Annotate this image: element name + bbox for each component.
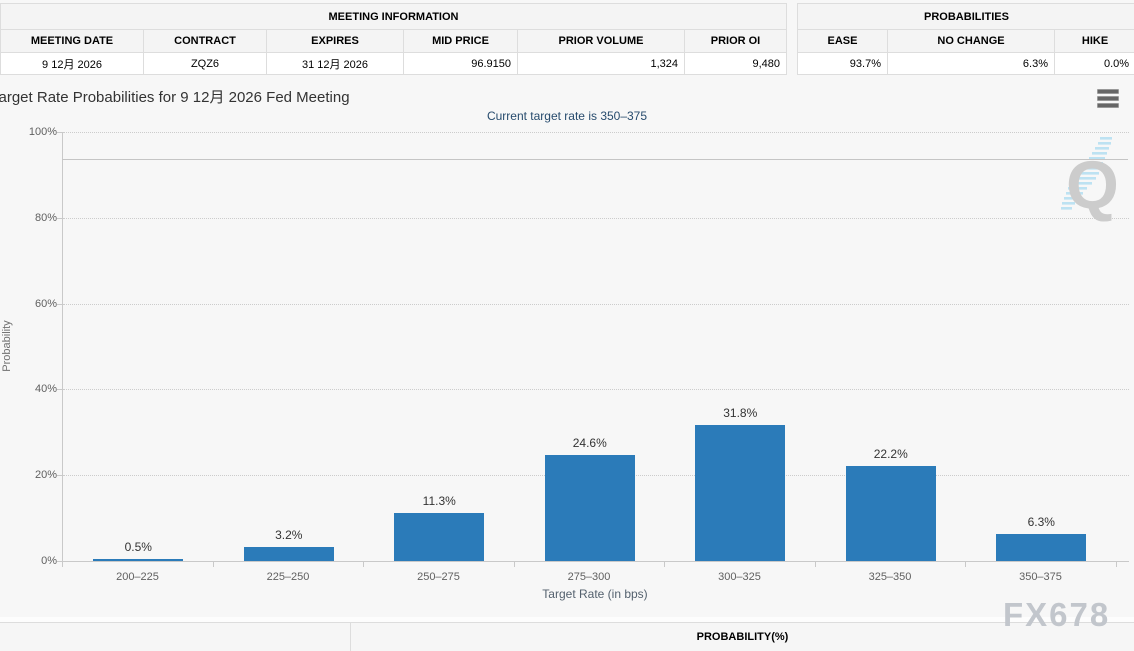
column-header[interactable]: NO CHANGE bbox=[888, 30, 1055, 53]
probabilities-title: PROBABILITIES bbox=[798, 4, 1134, 30]
column-header[interactable]: MEETING DATE bbox=[1, 30, 144, 53]
bottom-table-header: PROBABILITY(%) bbox=[0, 622, 1134, 651]
column-header[interactable]: MID PRICE bbox=[404, 30, 518, 53]
bar-value-label: 22.2% bbox=[836, 447, 946, 461]
y-tick-label: 80% bbox=[10, 212, 57, 224]
fedwatch-tool-page: MEETING INFORMATION MEETING DATECONTRACT… bbox=[0, 0, 1134, 651]
probability-bar[interactable] bbox=[695, 425, 785, 561]
gridline bbox=[63, 389, 1129, 390]
y-tick-label: 20% bbox=[10, 469, 57, 481]
table-cell: 9,480 bbox=[685, 53, 787, 75]
x-category-label: 225–250 bbox=[213, 571, 364, 583]
column-header[interactable]: CONTRACT bbox=[144, 30, 267, 53]
target-rate-chart: Target Rate Probabilities for 9 12月 2026… bbox=[0, 80, 1134, 618]
column-header[interactable]: EXPIRES bbox=[267, 30, 404, 53]
top-tables: MEETING INFORMATION MEETING DATECONTRACT… bbox=[0, 3, 1134, 75]
column-header[interactable]: PRIOR VOLUME bbox=[518, 30, 685, 53]
table-cell: 6.3% bbox=[888, 53, 1055, 75]
y-tick-mark bbox=[57, 389, 62, 390]
x-tick-mark bbox=[514, 562, 515, 567]
reference-line bbox=[62, 159, 1128, 160]
y-tick-mark bbox=[57, 132, 62, 133]
x-category-label: 350–375 bbox=[965, 571, 1116, 583]
bar-value-label: 6.3% bbox=[986, 515, 1096, 529]
plot-area: 0.5% 3.2% 11.3% 24.6% 31.8% 22.2% 6.3% bbox=[62, 132, 1129, 562]
table-cell: ZQZ6 bbox=[144, 53, 267, 75]
gridline bbox=[63, 218, 1129, 219]
meeting-information-title: MEETING INFORMATION bbox=[1, 4, 787, 30]
x-axis-title: Target Rate (in bps) bbox=[62, 587, 1128, 601]
bottom-table-corner-cell bbox=[0, 623, 351, 651]
table-cell: 9 12月 2026 bbox=[1, 53, 144, 75]
chart-title: Target Rate Probabilities for 9 12月 2026… bbox=[0, 86, 350, 107]
meeting-information-table: MEETING INFORMATION MEETING DATECONTRACT… bbox=[0, 3, 787, 75]
x-tick-mark bbox=[213, 562, 214, 567]
table-cell: 0.0% bbox=[1055, 53, 1134, 75]
column-header[interactable]: EASE bbox=[798, 30, 888, 53]
table-cell: 96.9150 bbox=[404, 53, 518, 75]
y-tick-label: 0% bbox=[10, 555, 57, 567]
probability-bar[interactable] bbox=[244, 547, 334, 561]
table-cell: 93.7% bbox=[798, 53, 888, 75]
y-axis-title: Probability bbox=[1, 306, 13, 386]
x-tick-mark bbox=[1116, 562, 1117, 567]
hamburger-bar bbox=[1097, 96, 1119, 101]
bar-value-label: 11.3% bbox=[384, 494, 494, 508]
x-tick-mark bbox=[62, 562, 63, 567]
y-tick-mark bbox=[57, 218, 62, 219]
x-category-label: 200–225 bbox=[62, 571, 213, 583]
chart-subtitle: Current target rate is 350–375 bbox=[0, 109, 1134, 123]
hamburger-menu-icon[interactable] bbox=[1097, 89, 1119, 110]
fx678-watermark: FX678 bbox=[1003, 596, 1110, 634]
gridline bbox=[63, 132, 1129, 133]
x-tick-mark bbox=[965, 562, 966, 567]
bar-value-label: 24.6% bbox=[535, 436, 645, 450]
hamburger-bar bbox=[1097, 103, 1119, 108]
x-tick-mark bbox=[664, 562, 665, 567]
x-category-label: 250–275 bbox=[363, 571, 514, 583]
column-header[interactable]: PRIOR OI bbox=[685, 30, 787, 53]
probability-bar[interactable] bbox=[545, 455, 635, 561]
gridline bbox=[63, 304, 1129, 305]
probabilities-table: PROBABILITIES EASENO CHANGEHIKE 93.7%6.3… bbox=[797, 3, 1134, 75]
x-tick-mark bbox=[363, 562, 364, 567]
bar-value-label: 31.8% bbox=[685, 406, 795, 420]
probability-bar[interactable] bbox=[93, 559, 183, 561]
table-cell: 1,324 bbox=[518, 53, 685, 75]
probability-bar[interactable] bbox=[394, 513, 484, 561]
y-tick-label: 100% bbox=[10, 126, 57, 138]
probability-bar[interactable] bbox=[846, 466, 936, 561]
column-header[interactable]: HIKE bbox=[1055, 30, 1134, 53]
probability-bar[interactable] bbox=[996, 534, 1086, 561]
bar-value-label: 0.5% bbox=[83, 540, 193, 554]
x-tick-mark bbox=[815, 562, 816, 567]
x-category-label: 275–300 bbox=[514, 571, 665, 583]
y-tick-mark bbox=[57, 304, 62, 305]
x-category-label: 325–350 bbox=[815, 571, 966, 583]
y-tick-label: 40% bbox=[10, 383, 57, 395]
table-cell: 31 12月 2026 bbox=[267, 53, 404, 75]
y-tick-mark bbox=[57, 475, 62, 476]
hamburger-bar bbox=[1097, 89, 1119, 94]
y-tick-label: 60% bbox=[10, 298, 57, 310]
x-category-label: 300–325 bbox=[664, 571, 815, 583]
bar-value-label: 3.2% bbox=[234, 528, 344, 542]
